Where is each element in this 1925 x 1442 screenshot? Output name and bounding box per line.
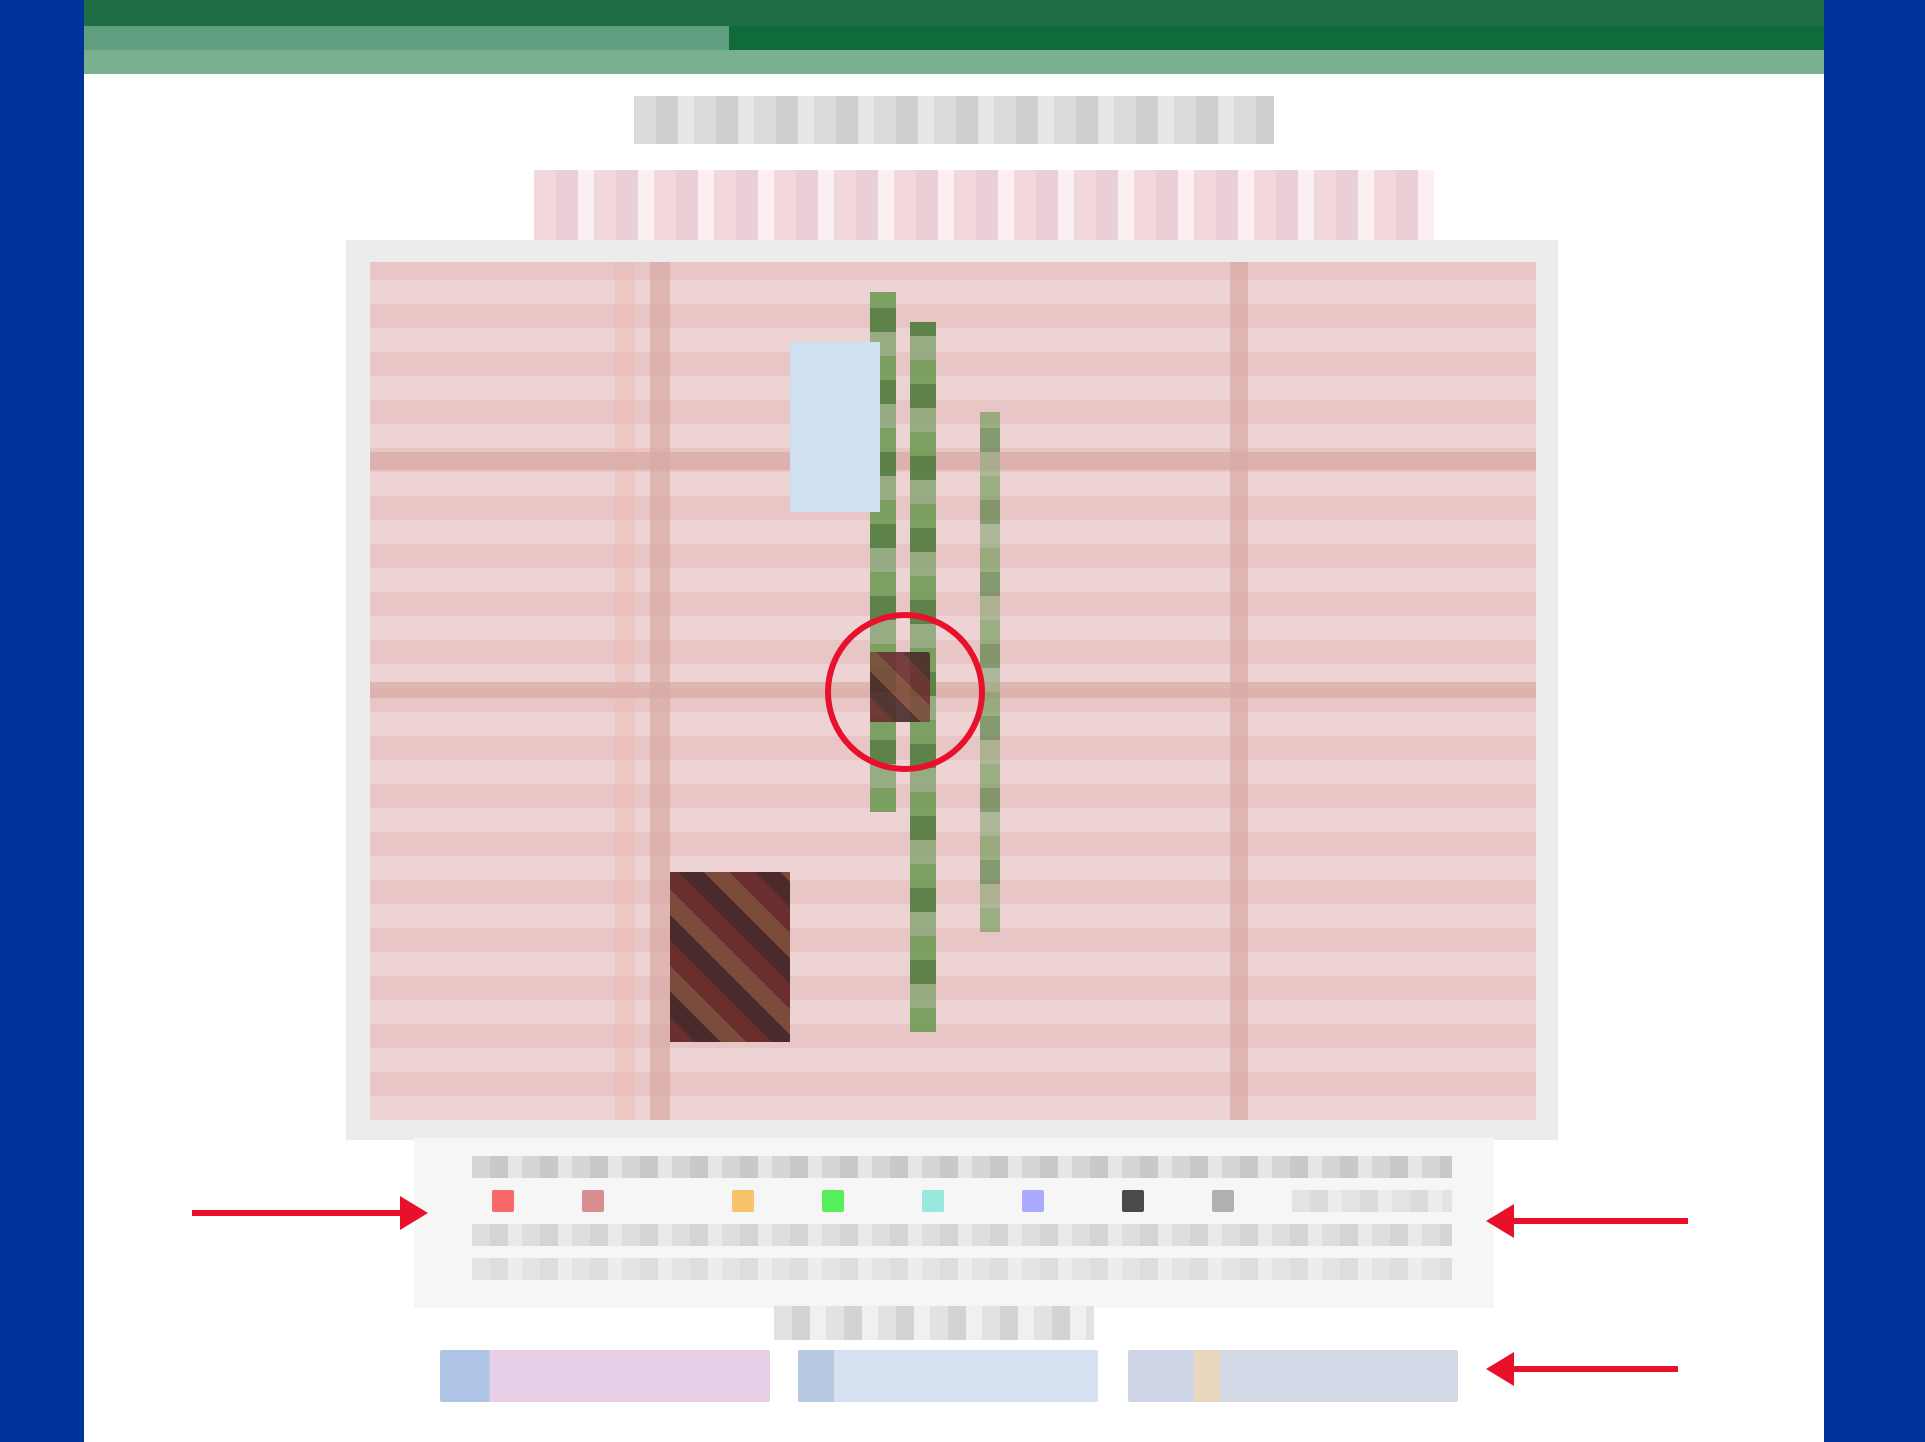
map-frame: [346, 240, 1558, 1140]
legend-swatch: [732, 1190, 754, 1212]
map-dense-area: [670, 872, 790, 1042]
page: [84, 0, 1824, 1442]
legend-swatch: [822, 1190, 844, 1212]
annotation-arrow-left: [1486, 1352, 1678, 1386]
header-accent: [729, 26, 1824, 50]
map-water: [790, 342, 880, 512]
footer-links: [440, 1350, 1540, 1402]
footer-note: [774, 1306, 1094, 1340]
circle-marker: [825, 612, 985, 772]
page-subtitle: [534, 170, 1434, 242]
legend-swatch: [492, 1190, 514, 1212]
map-road-vertical: [650, 262, 670, 1120]
header-bar: [84, 0, 1824, 74]
legend-swatch: [582, 1190, 604, 1212]
legend-swatch: [1022, 1190, 1044, 1212]
map-green-corridor: [980, 412, 1000, 932]
legend-row: [432, 1224, 1476, 1246]
legend-row: [432, 1258, 1476, 1280]
legend-text: [472, 1156, 1452, 1178]
legend-text: [472, 1224, 1452, 1246]
legend-row: [432, 1156, 1476, 1178]
legend-text: [1292, 1190, 1452, 1212]
map-road-vertical: [1230, 262, 1248, 1120]
annotation-arrow-right: [192, 1196, 428, 1230]
map-legend: [414, 1138, 1494, 1308]
legend-swatch: [1122, 1190, 1144, 1212]
footer-link[interactable]: [440, 1350, 770, 1402]
legend-swatch: [922, 1190, 944, 1212]
footer-link[interactable]: [1128, 1350, 1458, 1402]
annotation-arrow-left: [1486, 1204, 1688, 1238]
map-image[interactable]: [370, 262, 1536, 1120]
legend-swatch: [1212, 1190, 1234, 1212]
page-title: [634, 96, 1274, 144]
map-road-horizontal: [370, 452, 1536, 470]
legend-text: [472, 1258, 1452, 1280]
footer-link[interactable]: [798, 1350, 1098, 1402]
legend-row: [432, 1190, 1476, 1212]
